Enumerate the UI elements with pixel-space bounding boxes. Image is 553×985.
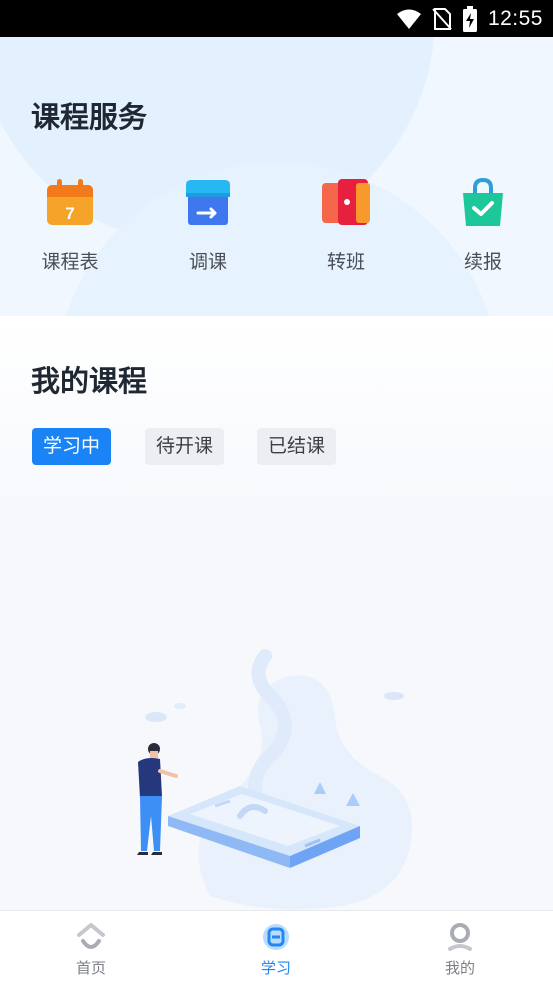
nav-label: 我的 xyxy=(444,959,475,977)
nav-study[interactable]: 学习 xyxy=(221,921,331,978)
nav-home[interactable]: 首页 xyxy=(36,921,146,978)
renew-bag-icon xyxy=(463,177,503,226)
transfer-class-icon xyxy=(322,179,370,225)
service-label: 课程表 xyxy=(41,251,99,273)
nav-profile[interactable]: 我的 xyxy=(405,921,515,978)
my-courses-section: 我的课程 学习中 待开课 已结课 xyxy=(0,316,553,910)
status-time: 12:55 xyxy=(487,7,543,30)
tab-finished[interactable]: 已结课 xyxy=(257,428,337,465)
course-services-section: 课程服务 7 课程表 调课 转班 续报 xyxy=(0,37,553,316)
calendar-day-number: 7 xyxy=(65,204,74,223)
empty-state-illustration xyxy=(137,649,412,910)
profile-icon xyxy=(448,923,472,951)
calendar-icon: 7 xyxy=(47,179,93,225)
status-bar: 12:55 xyxy=(0,0,553,37)
nav-label: 首页 xyxy=(75,959,106,977)
services-title: 课程服务 xyxy=(31,100,148,134)
reschedule-icon xyxy=(186,180,230,225)
nav-label: 学习 xyxy=(260,959,291,977)
service-transfer-button[interactable]: 转班 xyxy=(296,177,396,274)
service-timetable-button[interactable]: 7 课程表 xyxy=(20,177,120,274)
service-reschedule-button[interactable]: 调课 xyxy=(158,177,258,274)
tab-studying[interactable]: 学习中 xyxy=(32,428,112,465)
home-icon xyxy=(77,923,105,949)
bottom-navigation: 首页 学习 我的 xyxy=(0,910,553,985)
service-label: 调课 xyxy=(188,251,227,273)
wifi-icon xyxy=(396,9,421,29)
service-label: 转班 xyxy=(326,251,365,273)
service-renew-button[interactable]: 续报 xyxy=(433,177,533,274)
no-sim-icon xyxy=(432,8,452,30)
courses-title: 我的课程 xyxy=(31,364,148,398)
tab-upcoming[interactable]: 待开课 xyxy=(145,428,225,465)
service-label: 续报 xyxy=(463,251,502,273)
battery-charging-icon xyxy=(462,6,477,32)
status-icons: 12:55 xyxy=(396,6,543,32)
study-icon xyxy=(263,924,289,950)
